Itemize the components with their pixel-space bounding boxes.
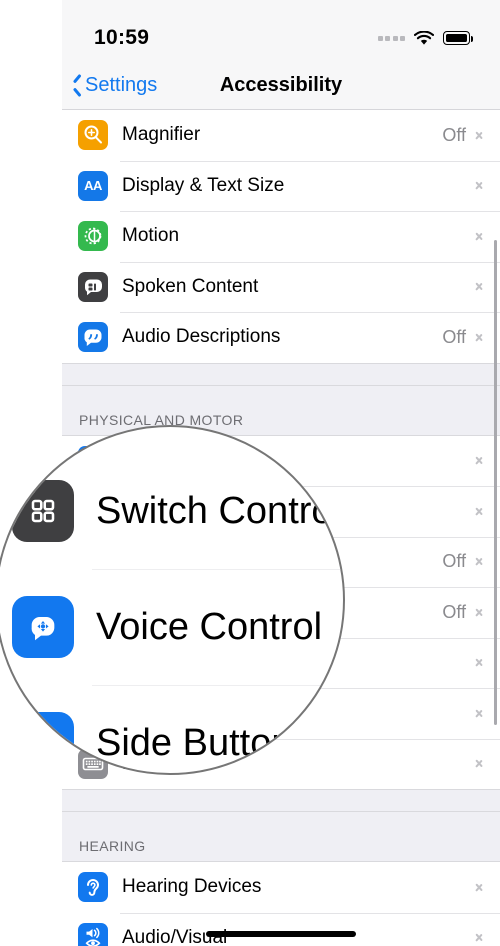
magnifier-loupe-content: Switch Control Voice Control Side Button <box>0 427 343 773</box>
list-item-magnifier[interactable]: Magnifier Off <box>62 110 500 161</box>
chevron-right-icon <box>475 756 484 771</box>
audio-descriptions-icon <box>84 329 102 347</box>
chevron-right-icon <box>475 128 484 143</box>
list-item-hearing-devices[interactable]: Hearing Devices <box>62 862 500 913</box>
switch-control-icon-container <box>12 480 74 542</box>
chevron-right-icon <box>475 279 484 294</box>
display-text-size-icon: AA <box>84 178 102 194</box>
list-item-label: Spoken Content <box>122 275 259 297</box>
chevron-right-icon <box>475 330 484 345</box>
list-item-audio-visual[interactable]: Audio/Visual <box>62 912 500 946</box>
scrollbar[interactable] <box>494 240 497 725</box>
list-item-motion[interactable]: Motion <box>62 211 500 262</box>
status-time: 10:59 <box>94 26 150 49</box>
side-button-icon <box>36 730 54 750</box>
home-indicator <box>206 931 356 937</box>
back-button[interactable]: Settings <box>62 74 157 97</box>
list-item-label: Hearing Devices <box>122 876 262 898</box>
chevron-right-icon <box>475 605 484 620</box>
audio-visual-icon-container <box>78 922 108 946</box>
side-button-icon-container <box>12 712 74 773</box>
chevron-right-icon <box>475 930 484 945</box>
list-item-value: Off <box>442 601 466 622</box>
spoken-content-icon-container <box>78 271 108 302</box>
magnifier-icon <box>84 125 102 144</box>
loupe-item-voice-control[interactable]: Voice Control <box>0 569 343 685</box>
list-item-display-text-size[interactable]: AA Display & Text Size <box>62 160 500 211</box>
section-header-hearing: HEARING <box>62 811 500 862</box>
display-text-size-icon-container: AA <box>78 170 108 201</box>
screenshot-root: 10:59 Settings Accessibility Magnifier O… <box>0 0 500 946</box>
audio-descriptions-icon-container <box>78 322 108 353</box>
list-item-value: Off <box>442 124 466 145</box>
list-item-label: Magnifier <box>122 124 201 146</box>
status-bar: 10:59 <box>62 0 500 62</box>
voice-control-icon <box>31 617 55 641</box>
hearing-devices-icon-container <box>78 872 108 903</box>
list-item-label: Display & Text Size <box>122 174 285 196</box>
loupe-item-label: Voice Control <box>96 605 323 648</box>
list-item-value: Off <box>442 326 466 347</box>
loupe-item-side-button[interactable]: Side Button <box>0 685 343 773</box>
section-gap <box>62 362 500 385</box>
chevron-right-icon <box>475 178 484 193</box>
voice-control-icon-container <box>12 596 74 658</box>
section-gap <box>62 789 500 811</box>
magnifier-icon-container <box>78 120 108 151</box>
chevron-right-icon <box>475 880 484 895</box>
hearing-devices-icon <box>87 879 100 897</box>
audio-visual-icon <box>85 927 101 946</box>
magnifier-loupe: Switch Control Voice Control Side Button <box>0 425 345 775</box>
list-item-audio-descriptions[interactable]: Audio Descriptions Off <box>62 312 500 363</box>
switch-control-icon <box>31 499 55 523</box>
chevron-right-icon <box>475 706 484 721</box>
motion-icon-container <box>78 221 108 252</box>
back-button-label: Settings <box>85 74 158 96</box>
loupe-item-label: Switch Control <box>96 489 341 532</box>
chevron-left-icon <box>70 76 82 96</box>
list-item-label: Motion <box>122 225 180 247</box>
motion-icon <box>84 227 102 245</box>
list-item-value: Off <box>442 551 466 572</box>
list-item-spoken-content[interactable]: Spoken Content <box>62 261 500 312</box>
chevron-right-icon <box>475 229 484 244</box>
signal-dots-icon <box>377 35 405 41</box>
chevron-right-icon <box>475 554 484 569</box>
loupe-item-switch-control[interactable]: Switch Control <box>0 453 343 569</box>
chevron-right-icon <box>475 655 484 670</box>
spoken-content-icon <box>85 279 102 295</box>
loupe-item-label: Side Button <box>96 721 293 764</box>
chevron-right-icon <box>475 504 484 519</box>
status-indicators <box>377 30 473 46</box>
chevron-right-icon <box>475 453 484 468</box>
wifi-icon <box>413 30 435 46</box>
navigation-bar: Settings Accessibility <box>62 62 500 110</box>
list-item-label: Audio Descriptions <box>122 326 281 348</box>
battery-icon <box>443 31 473 45</box>
